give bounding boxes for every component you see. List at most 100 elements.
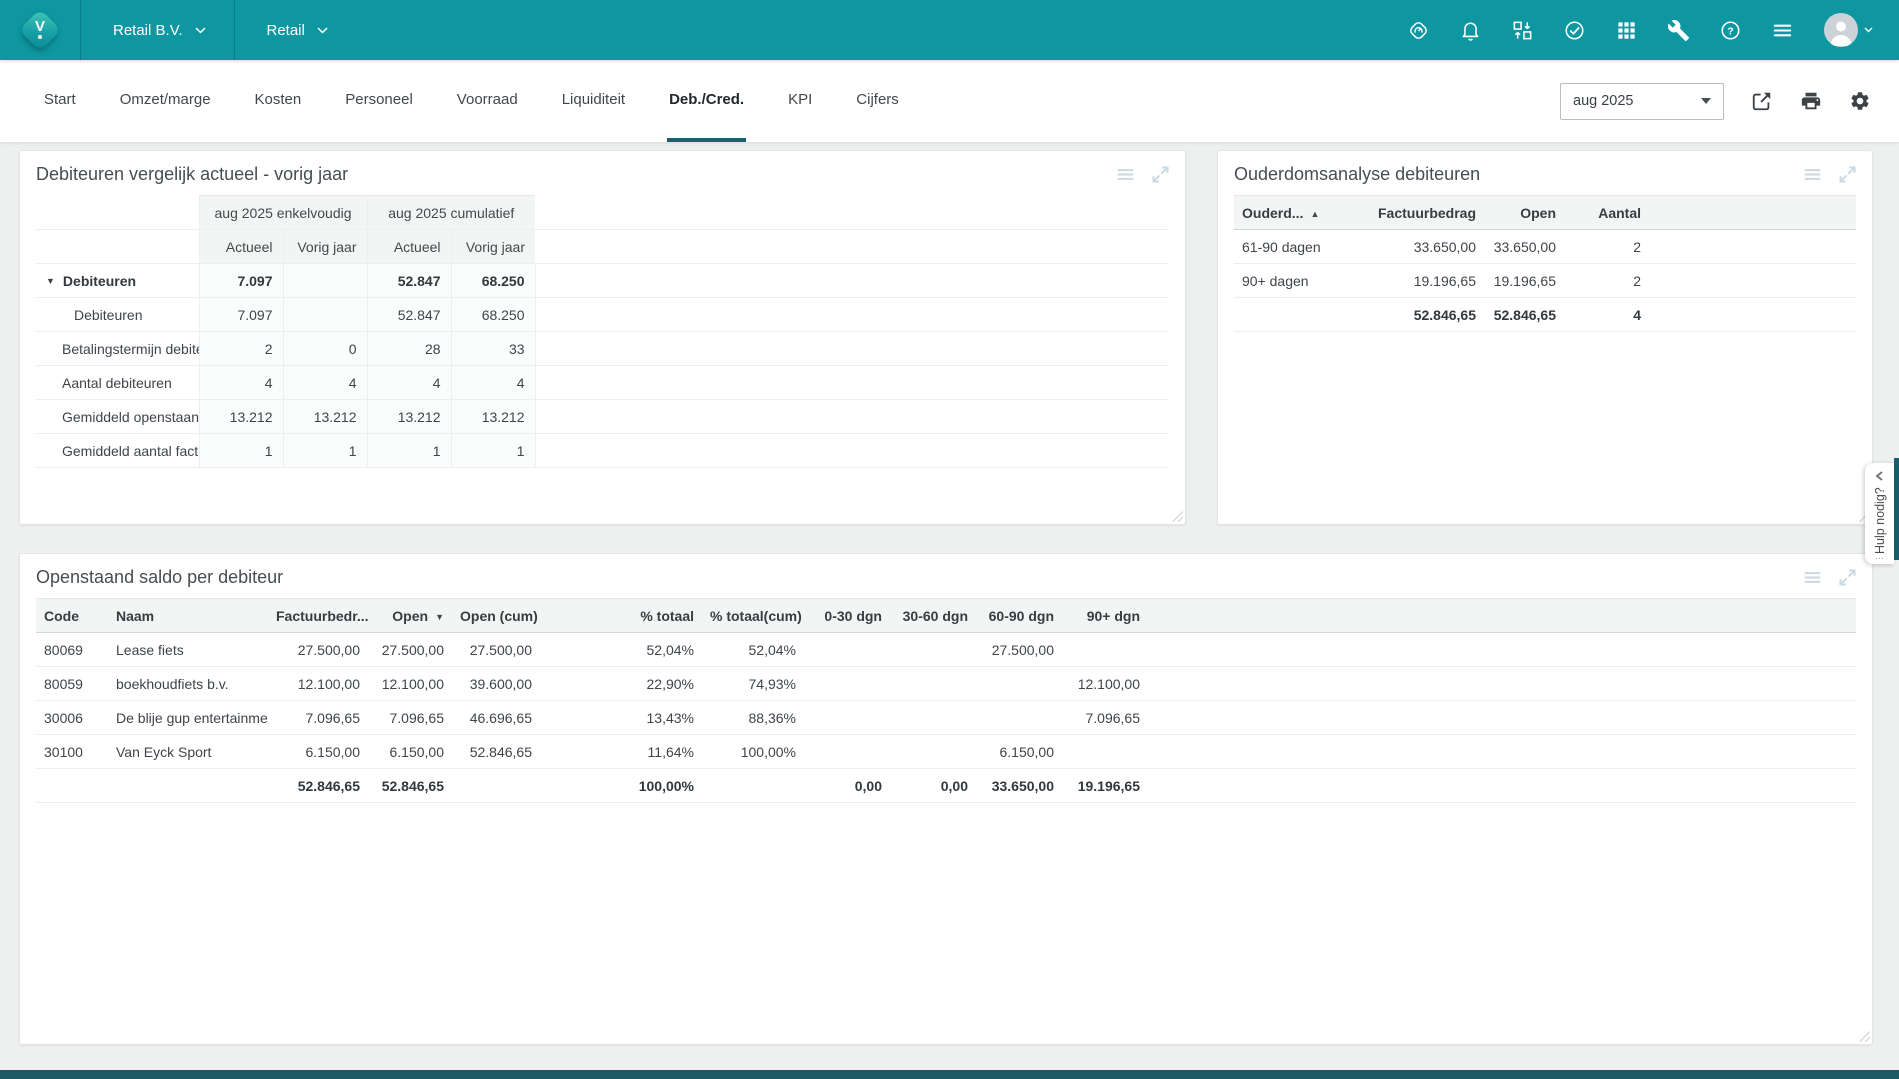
column-header-open[interactable]: Open bbox=[1484, 196, 1564, 230]
cell: 100,00% bbox=[702, 735, 804, 769]
help-tab[interactable]: Hulp nodig? ... bbox=[1865, 463, 1894, 564]
cell: 39.600,00 bbox=[452, 667, 540, 701]
settings-gear-icon[interactable] bbox=[1849, 90, 1871, 112]
help-icon[interactable]: ? bbox=[1719, 19, 1742, 42]
cell: 88,36% bbox=[702, 701, 804, 735]
table-row[interactable]: 90+ dagen19.196,6519.196,652 bbox=[1234, 264, 1856, 298]
app-logo[interactable]: V bbox=[0, 8, 80, 52]
table-row[interactable]: 30006De blije gup entertainment7.096,657… bbox=[36, 701, 1856, 735]
header-row: Ouderd...▲ Factuurbedrag Open Aantal bbox=[1234, 196, 1856, 230]
company-selector[interactable]: Retail B.V. bbox=[81, 0, 234, 60]
panel-expand-icon[interactable] bbox=[1837, 567, 1858, 588]
table-row[interactable]: 61-90 dagen33.650,0033.650,002 bbox=[1234, 230, 1856, 264]
debiteuren-vergelijk-table: aug 2025 enkelvoudig aug 2025 cumulatief… bbox=[36, 195, 1169, 468]
sync-transfer-icon[interactable] bbox=[1511, 19, 1534, 42]
tab-voorraad[interactable]: Voorraad bbox=[455, 60, 520, 142]
tab-cijfers[interactable]: Cijfers bbox=[854, 60, 901, 142]
column-header-factuurbedrag[interactable]: Factuurbedr... bbox=[268, 599, 368, 633]
table-body: 80069Lease fiets27.500,0027.500,0027.500… bbox=[36, 633, 1856, 803]
cell: 52.846,65 bbox=[452, 735, 540, 769]
column-header-pct-totaal[interactable]: % totaal bbox=[540, 599, 702, 633]
panel-debiteuren-vergelijk: Debiteuren vergelijk actueel - vorig jaa… bbox=[19, 150, 1186, 525]
print-icon[interactable] bbox=[1800, 90, 1822, 112]
tab-personeel[interactable]: Personeel bbox=[343, 60, 415, 142]
insights-gauge-icon[interactable] bbox=[1407, 19, 1430, 42]
column-header[interactable]: Vorig jaar bbox=[283, 230, 367, 264]
account-menu[interactable] bbox=[1823, 12, 1873, 48]
column-header-0-30[interactable]: 0-30 dgn bbox=[804, 599, 890, 633]
panel-menu-icon[interactable] bbox=[1802, 164, 1823, 185]
tab-liquiditeit[interactable]: Liquiditeit bbox=[560, 60, 627, 142]
tools-wrench-icon[interactable] bbox=[1667, 19, 1690, 42]
nav-actions: aug 2025 bbox=[1560, 60, 1871, 142]
filler-cell bbox=[1148, 769, 1856, 803]
column-header-open[interactable]: Open▼ bbox=[368, 599, 452, 633]
cell: 27.500,00 bbox=[976, 633, 1062, 667]
cell: 0 bbox=[283, 332, 367, 366]
help-tab-dots: ... bbox=[1875, 554, 1883, 560]
collapse-caret-icon[interactable]: ▼ bbox=[46, 276, 55, 286]
cell bbox=[976, 701, 1062, 735]
panel-menu-icon[interactable] bbox=[1802, 567, 1823, 588]
resize-grip[interactable] bbox=[1858, 1030, 1870, 1042]
panel-expand-icon[interactable] bbox=[1837, 164, 1858, 185]
column-header-code[interactable]: Code bbox=[36, 599, 108, 633]
notifications-bell-icon[interactable] bbox=[1459, 19, 1482, 42]
cell: 4 bbox=[283, 366, 367, 400]
column-header-30-60[interactable]: 30-60 dgn bbox=[890, 599, 976, 633]
apps-grid-icon[interactable] bbox=[1615, 19, 1638, 42]
cell: De blije gup entertainment bbox=[108, 701, 268, 735]
column-header[interactable]: Vorig jaar bbox=[451, 230, 535, 264]
resize-grip[interactable] bbox=[1171, 510, 1183, 522]
cell: 7.096,65 bbox=[368, 701, 452, 735]
table-row[interactable]: 80069Lease fiets27.500,0027.500,0027.500… bbox=[36, 633, 1856, 667]
cell: Lease fiets bbox=[108, 633, 268, 667]
cell: 7.096,65 bbox=[268, 701, 368, 735]
tasks-check-icon[interactable] bbox=[1563, 19, 1586, 42]
cell: 68.250 bbox=[451, 264, 535, 298]
cell: Debiteuren bbox=[36, 298, 199, 332]
tab-kosten[interactable]: Kosten bbox=[253, 60, 304, 142]
column-header-aantal[interactable]: Aantal bbox=[1564, 196, 1649, 230]
period-value: aug 2025 bbox=[1573, 93, 1633, 109]
period-select[interactable]: aug 2025 bbox=[1560, 83, 1724, 120]
column-header-factuurbedrag[interactable]: Factuurbedrag bbox=[1354, 196, 1484, 230]
table-row[interactable]: ▼Debiteuren7.09752.84768.250 bbox=[36, 264, 1169, 298]
table-row[interactable]: Gemiddeld aantal facturen...1111 bbox=[36, 434, 1169, 468]
cell: 52,04% bbox=[540, 633, 702, 667]
dashboard-selector[interactable]: Retail bbox=[235, 0, 356, 60]
column-header-60-90[interactable]: 60-90 dgn bbox=[976, 599, 1062, 633]
table-row[interactable]: 30100Van Eyck Sport6.150,006.150,0052.84… bbox=[36, 735, 1856, 769]
menu-hamburger-icon[interactable] bbox=[1771, 19, 1794, 42]
cell: 12.100,00 bbox=[1062, 667, 1148, 701]
column-header-naam[interactable]: Naam bbox=[108, 599, 268, 633]
tab-start[interactable]: Start bbox=[42, 60, 78, 142]
cell: 46.696,65 bbox=[452, 701, 540, 735]
column-header-90plus[interactable]: 90+ dgn bbox=[1062, 599, 1148, 633]
column-header-open-cum[interactable]: Open (cum) bbox=[452, 599, 540, 633]
share-export-icon[interactable] bbox=[1751, 90, 1773, 112]
column-header-ouderdom[interactable]: Ouderd...▲ bbox=[1234, 196, 1354, 230]
panel-expand-icon[interactable] bbox=[1150, 164, 1171, 185]
tab-omzet-marge[interactable]: Omzet/marge bbox=[118, 60, 213, 142]
cell: 1 bbox=[283, 434, 367, 468]
cell: 13.212 bbox=[283, 400, 367, 434]
logo-dot bbox=[38, 35, 42, 39]
tab-deb-cred[interactable]: Deb./Cred. bbox=[667, 60, 746, 142]
column-header[interactable]: Actueel bbox=[367, 230, 451, 264]
table-row[interactable]: Gemiddeld openstaand be...13.21213.21213… bbox=[36, 400, 1169, 434]
chevron-down-icon bbox=[195, 27, 206, 34]
cell: 1 bbox=[367, 434, 451, 468]
column-header[interactable]: Actueel bbox=[199, 230, 283, 264]
cell: 52.846,65 bbox=[1484, 298, 1564, 332]
tab-kpi[interactable]: KPI bbox=[786, 60, 814, 142]
dropdown-arrow-icon bbox=[1701, 98, 1711, 104]
table-row[interactable]: Betalingstermijn debiteure...202833 bbox=[36, 332, 1169, 366]
panel-menu-icon[interactable] bbox=[1115, 164, 1136, 185]
table-row[interactable]: Debiteuren7.09752.84768.250 bbox=[36, 298, 1169, 332]
table-row[interactable]: 80059boekhoudfiets b.v.12.100,0012.100,0… bbox=[36, 667, 1856, 701]
cell: 2 bbox=[1564, 264, 1649, 298]
table-row[interactable]: Aantal debiteuren4444 bbox=[36, 366, 1169, 400]
table-body: ▼Debiteuren7.09752.84768.250Debiteuren7.… bbox=[36, 264, 1169, 468]
column-header-pct-totaal-cum[interactable]: % totaal(cum) bbox=[702, 599, 804, 633]
